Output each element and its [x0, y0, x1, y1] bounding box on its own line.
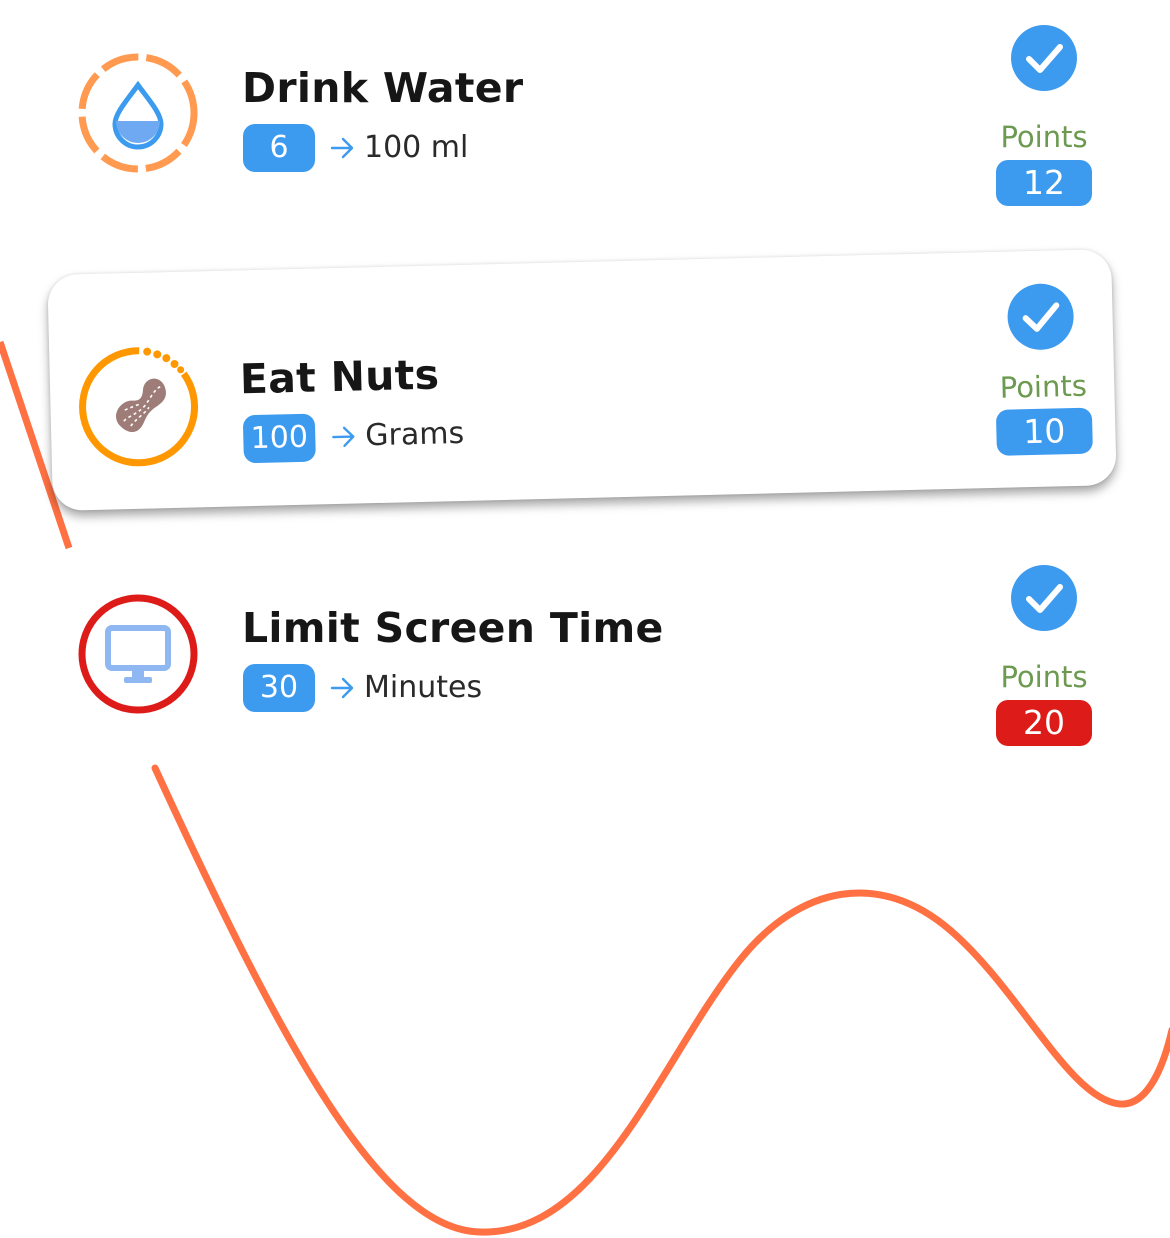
task-item-eat-nuts[interactable]: Eat Nuts 100 Grams Points 10 [47, 249, 1117, 511]
water-drop-icon [78, 53, 198, 173]
check-icon[interactable] [1010, 24, 1078, 92]
unit-label: Grams [364, 415, 465, 454]
points-label: Points [1000, 120, 1088, 154]
points-label: Points [1000, 660, 1088, 694]
unit-label: Minutes [364, 670, 483, 705]
monitor-icon [78, 594, 198, 714]
task-item-limit-screen-time[interactable]: Limit Screen Time 30 Minutes Points 20 [0, 540, 1170, 770]
quantity-badge: 30 [243, 664, 315, 712]
points-badge: 20 [996, 700, 1092, 746]
arrow-right-icon [330, 137, 354, 159]
task-title: Drink Water [242, 64, 524, 112]
task-title: Limit Screen Time [242, 604, 664, 652]
quantity-badge: 6 [243, 124, 315, 172]
unit-label: 100 ml [364, 130, 469, 165]
quantity-badge: 100 [242, 413, 316, 464]
task-item-drink-water[interactable]: Drink Water 6 100 ml Points 12 [0, 0, 1170, 230]
arrow-right-icon [330, 677, 354, 699]
points-label: Points [999, 368, 1088, 405]
points-badge: 12 [996, 160, 1092, 206]
arrow-right-icon [332, 426, 355, 448]
task-title: Eat Nuts [239, 350, 440, 404]
points-badge: 10 [995, 407, 1093, 456]
peanut-icon [79, 347, 199, 467]
check-icon[interactable] [1010, 564, 1078, 632]
check-icon[interactable] [1006, 282, 1076, 352]
